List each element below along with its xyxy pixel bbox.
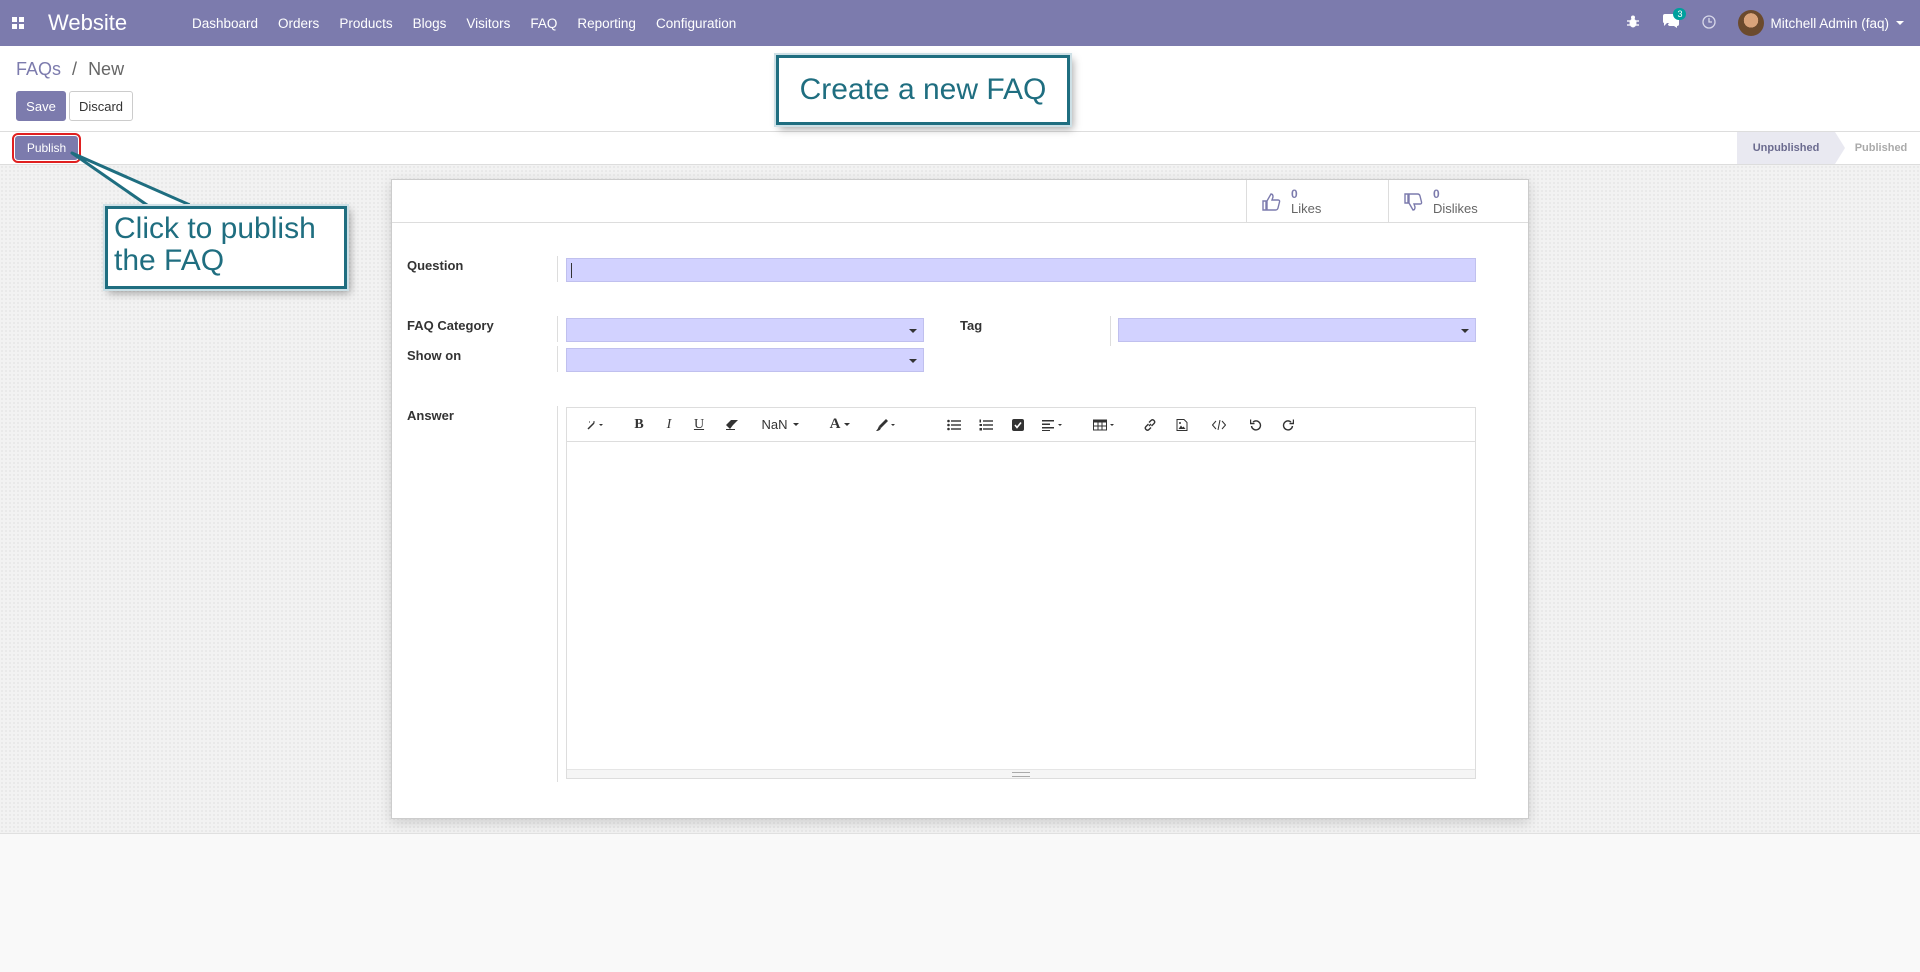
dislikes-label: Dislikes [1433, 201, 1478, 216]
create-faq-callout: Create a new FAQ [776, 55, 1070, 125]
chevron-down-icon [1896, 21, 1904, 25]
field-separator [557, 256, 558, 282]
caret-down-icon [1461, 329, 1469, 333]
paragraph-align-icon[interactable] [1037, 408, 1069, 441]
caret-down-icon [909, 329, 917, 333]
tag-select[interactable] [1118, 318, 1476, 342]
show-on-select[interactable] [566, 348, 924, 372]
editor-resize-handle[interactable] [567, 769, 1475, 778]
grip-lines-icon [1012, 772, 1030, 777]
eraser-icon[interactable] [722, 408, 742, 441]
text-cursor [571, 263, 572, 278]
tag-label: Tag [960, 318, 983, 333]
editor-toolbar: B I U NaN A [567, 408, 1475, 442]
redo-icon[interactable] [1279, 408, 1297, 441]
thumbs-up-icon [1262, 192, 1281, 211]
link-icon[interactable] [1141, 408, 1159, 441]
menu-configuration[interactable]: Configuration [646, 16, 746, 31]
menu-dashboard[interactable]: Dashboard [182, 16, 268, 31]
apps-menu-icon[interactable] [12, 14, 30, 32]
font-size-value: NaN [761, 417, 788, 432]
stage-unpublished[interactable]: Unpublished [1737, 132, 1835, 164]
breadcrumb-separator: / [72, 59, 78, 79]
question-input[interactable] [566, 258, 1476, 282]
menu-faq[interactable]: FAQ [520, 16, 567, 31]
font-color-dropdown[interactable]: A [825, 408, 855, 441]
messages-count-badge: 3 [1673, 8, 1687, 20]
numbered-list-icon[interactable] [977, 408, 995, 441]
checklist-icon[interactable] [1009, 408, 1027, 441]
user-name: Mitchell Admin (faq) [1770, 15, 1889, 31]
question-label: Question [407, 258, 464, 273]
user-menu[interactable]: Mitchell Admin (faq) [1738, 10, 1904, 36]
font-size-dropdown[interactable]: NaN [757, 408, 803, 441]
field-separator [557, 406, 558, 782]
messages-icon[interactable]: 3 [1662, 8, 1687, 32]
magic-wand-style-icon[interactable] [579, 408, 613, 441]
main-menu: Dashboard Orders Products Blogs Visitors… [182, 16, 746, 31]
table-icon[interactable] [1089, 408, 1121, 441]
breadcrumb: FAQs / New [16, 59, 124, 80]
menu-products[interactable]: Products [329, 16, 402, 31]
likes-label: Likes [1291, 201, 1322, 216]
caret-down-icon [909, 359, 917, 363]
field-separator [557, 316, 558, 342]
app-title[interactable]: Website [48, 10, 158, 36]
code-view-icon[interactable] [1209, 408, 1229, 441]
undo-icon[interactable] [1247, 408, 1265, 441]
field-separator [1110, 316, 1111, 346]
answer-editable-area[interactable] [567, 442, 1475, 768]
dislikes-count: 0 [1433, 187, 1440, 201]
paint-brush-icon[interactable] [871, 408, 901, 441]
stage-published[interactable]: Published [1846, 132, 1916, 164]
show-on-label: Show on [407, 348, 462, 363]
font-color-icon: A [829, 416, 841, 432]
status-bar: Publish Unpublished Published [0, 131, 1920, 165]
discard-button[interactable]: Discard [69, 91, 133, 121]
debug-bug-icon[interactable] [1626, 15, 1640, 32]
dislikes-stat-button[interactable]: 0 Dislikes [1388, 180, 1529, 223]
thumbs-down-icon [1404, 192, 1423, 211]
breadcrumb-current: New [88, 59, 125, 79]
image-icon[interactable] [1173, 408, 1191, 441]
answer-label: Answer [407, 408, 454, 423]
answer-html-editor: B I U NaN A [566, 407, 1476, 779]
form-sheet: 0 Likes 0 Dislikes Question FAQ Category… [391, 179, 1529, 819]
bullet-list-icon[interactable] [945, 408, 963, 441]
page-footer-area [0, 833, 1920, 972]
activity-clock-icon[interactable] [1702, 14, 1717, 32]
menu-reporting[interactable]: Reporting [567, 16, 646, 31]
likes-count: 0 [1291, 187, 1298, 201]
caret-down-icon [844, 423, 851, 426]
systray: 3 Mitchell Admin (faq) [1626, 0, 1904, 46]
faq-category-select[interactable] [566, 318, 924, 342]
likes-stat-button[interactable]: 0 Likes [1246, 180, 1388, 223]
top-navbar: Website Dashboard Orders Products Blogs … [0, 0, 1920, 46]
bold-icon[interactable]: B [631, 408, 647, 441]
caret-down-icon [792, 423, 799, 426]
underline-icon[interactable]: U [691, 408, 707, 441]
field-separator [557, 346, 558, 372]
italic-icon[interactable]: I [661, 408, 677, 441]
avatar [1738, 10, 1765, 36]
menu-blogs[interactable]: Blogs [403, 16, 457, 31]
publish-hint-callout: Click to publish the FAQ [105, 206, 347, 289]
faq-category-label: FAQ Category [407, 318, 494, 333]
menu-visitors[interactable]: Visitors [456, 16, 520, 31]
save-button[interactable]: Save [16, 91, 66, 121]
stage-arrow-icon [1835, 132, 1845, 164]
menu-orders[interactable]: Orders [268, 16, 329, 31]
breadcrumb-faqs-link[interactable]: FAQs [16, 59, 61, 79]
